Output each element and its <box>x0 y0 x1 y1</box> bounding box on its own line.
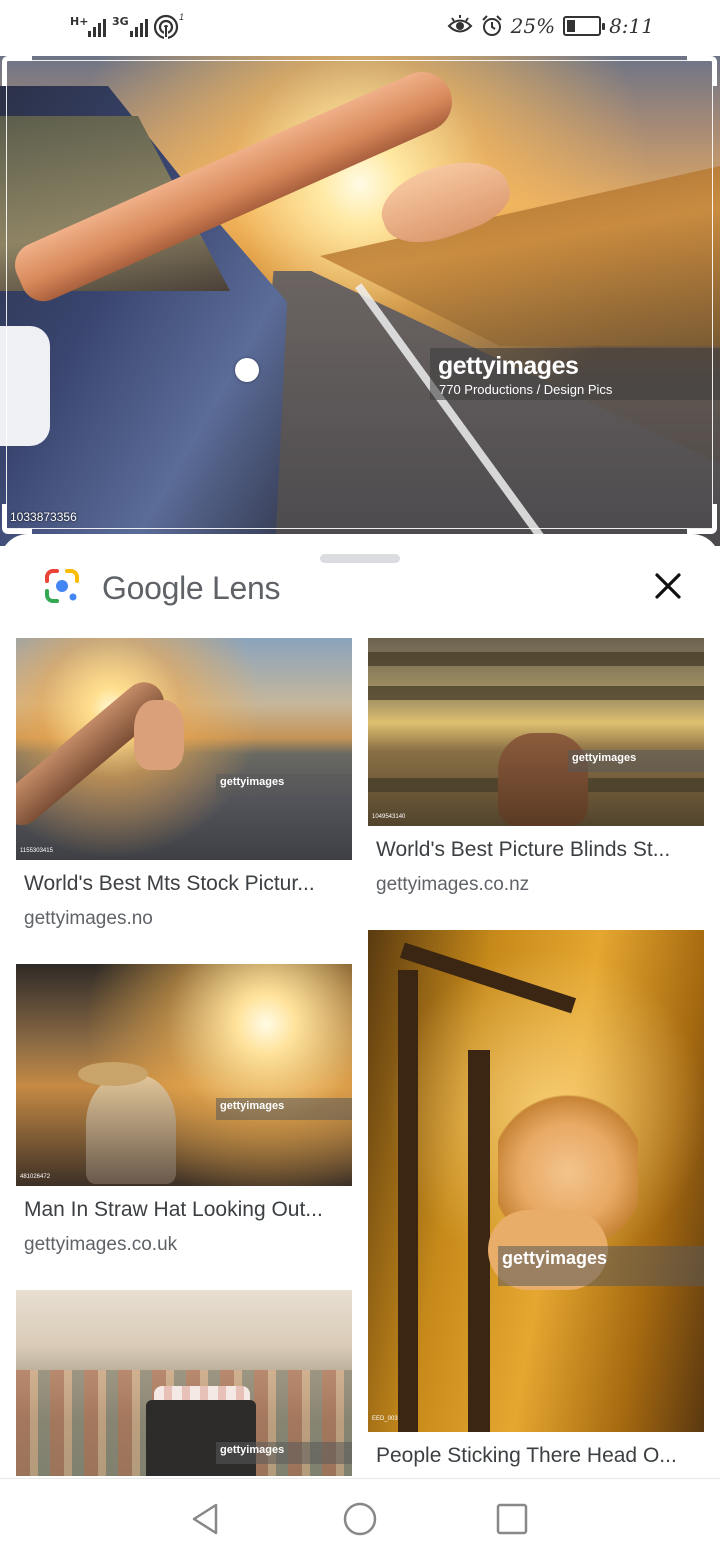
thumbnail-image-id: 481026472 <box>20 1174 51 1180</box>
result-title[interactable]: People Sticking There Head O... <box>368 1444 704 1468</box>
object-focus-dot[interactable] <box>235 358 259 382</box>
result-card[interactable]: gettyimages 481026472 Man In Straw Hat L… <box>16 964 352 1256</box>
sim2-network-type: 3G <box>112 15 129 28</box>
battery-percent: 25% <box>510 14 556 38</box>
clock: 8:11 <box>609 14 654 38</box>
thumbnail-image-id: 1049543140 <box>372 814 406 820</box>
result-card[interactable]: gettyimages <box>16 1290 352 1476</box>
lens-title: Google Lens <box>102 570 280 607</box>
sheet-drag-handle[interactable] <box>320 554 400 563</box>
recents-icon[interactable] <box>492 1499 532 1539</box>
thumbnail-watermark: gettyimages <box>216 1442 352 1464</box>
close-icon[interactable] <box>648 566 688 606</box>
result-title[interactable]: Man In Straw Hat Looking Out... <box>16 1198 352 1222</box>
result-source[interactable]: gettyimages.co.nz <box>368 874 704 896</box>
alarm-icon <box>481 15 502 36</box>
result-card[interactable]: gettyimages 1049543140 World's Best Pict… <box>368 638 704 896</box>
result-card[interactable]: gettyimages EED_003 People Sticking Ther… <box>368 930 704 1468</box>
google-lens-logo-icon <box>45 569 79 603</box>
thumbnail-watermark: gettyimages <box>568 750 704 772</box>
status-bar: H+ 3G 1 25% 8:11 <box>0 0 720 56</box>
crop-handle-top-left[interactable] <box>2 56 32 86</box>
eye-comfort-icon <box>447 15 473 33</box>
thumbnail-image-id: 1155303415 <box>20 848 53 854</box>
result-source[interactable]: gettyimages.co.uk <box>16 1234 352 1256</box>
wifi-icon: 1 <box>154 12 184 40</box>
home-icon[interactable] <box>340 1499 380 1539</box>
lens-title-brand: Google <box>102 570 204 606</box>
lens-title-product: Lens <box>211 570 281 606</box>
battery-level-fill <box>567 20 575 32</box>
back-icon[interactable] <box>186 1499 226 1539</box>
thumbnail-image-id: EED_003 <box>372 1416 398 1422</box>
navigation-bar <box>0 1478 720 1560</box>
thumbnail-watermark: gettyimages <box>216 774 352 796</box>
result-thumbnail[interactable]: gettyimages 481026472 <box>16 964 352 1186</box>
result-thumbnail[interactable]: gettyimages EED_003 <box>368 930 704 1432</box>
result-source[interactable]: gettyimages.no <box>16 908 352 930</box>
result-thumbnail[interactable]: gettyimages 1155303415 <box>16 638 352 860</box>
result-title[interactable]: World's Best Picture Blinds St... <box>368 838 704 862</box>
thumbnail-watermark: gettyimages <box>498 1246 704 1286</box>
crop-handle-bottom-right[interactable] <box>687 504 717 534</box>
selection-frame[interactable] <box>6 60 713 529</box>
result-thumbnail[interactable]: gettyimages <box>16 1290 352 1476</box>
signal-icon: H+ <box>70 13 106 39</box>
status-left: H+ 3G 1 <box>70 12 184 40</box>
result-card[interactable]: gettyimages 1155303415 World's Best Mts … <box>16 638 352 930</box>
results-sheet[interactable]: Google Lens gettyimages 1155303415 World… <box>0 534 720 1478</box>
result-title[interactable]: World's Best Mts Stock Pictur... <box>16 872 352 896</box>
status-right: 25% 8:11 <box>447 14 654 38</box>
wifi-badge: 1 <box>179 12 184 22</box>
crop-handle-bottom-left[interactable] <box>2 504 32 534</box>
battery-icon <box>563 16 606 36</box>
signal-icon-2: 3G <box>112 13 148 39</box>
result-thumbnail[interactable]: gettyimages 1049543140 <box>368 638 704 826</box>
crop-handle-top-right[interactable] <box>687 56 717 86</box>
selected-image[interactable]: gettyimages 770 Productions / Design Pic… <box>0 56 720 546</box>
sim1-network-type: H+ <box>70 15 89 28</box>
thumbnail-watermark: gettyimages <box>216 1098 352 1120</box>
